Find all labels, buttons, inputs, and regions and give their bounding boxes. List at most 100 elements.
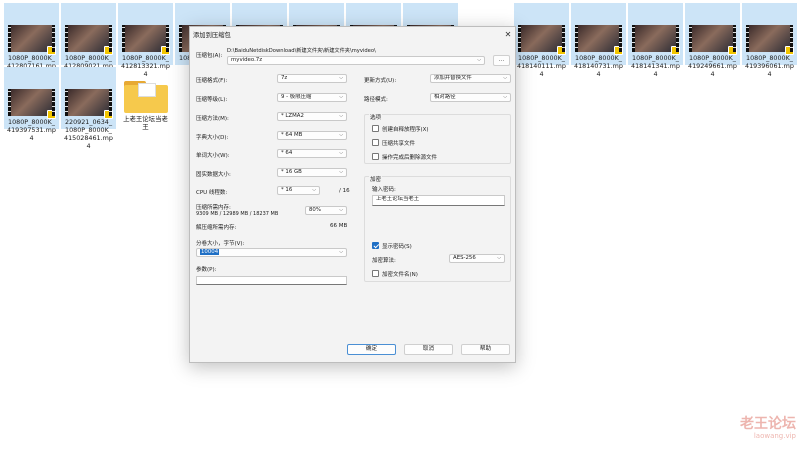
chevron-down-icon: ⌵: [339, 75, 343, 81]
file-item[interactable]: 1080P_8000K_419249661.mp4: [685, 3, 740, 78]
level-label: 压缩等级(L):: [196, 97, 228, 103]
split-size-label: 分卷大小，字节(V):: [196, 241, 245, 247]
archive-label: 压缩包(A):: [196, 53, 223, 59]
file-name: 1080P_8000K_419397531.mp4: [7, 118, 56, 142]
lock-badge-icon: [47, 110, 56, 119]
shared-files-label: 压缩共享文件: [382, 141, 416, 147]
file-item[interactable]: 1080P_8000K_412813321.mp4: [118, 3, 173, 78]
lock-badge-icon: [671, 46, 680, 55]
video-thumbnail-icon: [632, 25, 680, 55]
encrypt-filenames-checkbox[interactable]: [372, 270, 379, 277]
watermark-title: 老王论坛: [740, 416, 796, 432]
file-item[interactable]: 1080P_8000K_412809021.mp4: [61, 3, 116, 78]
word-size-label: 单词大小(W):: [196, 153, 230, 159]
video-thumbnail-icon: [689, 25, 737, 55]
show-password-checkbox[interactable]: [372, 242, 379, 249]
params-input[interactable]: [196, 276, 347, 285]
encryption-method-select[interactable]: AES-256 ⌵: [449, 254, 505, 263]
lock-badge-icon: [104, 46, 113, 55]
file-item[interactable]: 1080P_8000K_418140111.mp4: [514, 3, 569, 78]
video-thumbnail-icon: [122, 25, 170, 55]
folder-item[interactable]: 上老王论坛当老王: [118, 67, 173, 131]
solid-block-select[interactable]: * 16 GB ⌵: [277, 168, 347, 177]
lock-badge-icon: [614, 46, 623, 55]
help-button[interactable]: 帮助: [461, 344, 510, 355]
file-item[interactable]: 220921_0634_1080P_8000K_415028461.mp4: [61, 67, 116, 150]
folder-icon: [123, 79, 168, 113]
format-select[interactable]: 7z ⌵: [277, 74, 347, 83]
file-name: 1080P_8000K_419249661.mp4: [688, 54, 737, 78]
threads-total: / 16: [339, 188, 350, 194]
video-thumbnail-icon: [575, 25, 623, 55]
sfx-label: 创建自释放程序(X): [382, 127, 429, 133]
chevron-down-icon: ⌵: [339, 249, 343, 255]
lock-badge-icon: [161, 46, 170, 55]
lock-badge-icon: [728, 46, 737, 55]
show-password-label: 显示密码(S): [382, 244, 412, 250]
solid-block-label: 固实数据大小:: [196, 172, 231, 178]
chevron-down-icon: ⌵: [497, 255, 501, 261]
file-name: 1080P_8000K_418141341.mp4: [631, 54, 680, 78]
path-mode-select[interactable]: 相对路径 ⌵: [430, 93, 511, 102]
shared-files-checkbox[interactable]: [372, 139, 379, 146]
split-size-combo[interactable]: 10004 ⌵: [196, 248, 347, 257]
cancel-button[interactable]: 取消: [404, 344, 453, 355]
password-label: 输入密码:: [372, 187, 396, 193]
file-item[interactable]: 1080P_8000K_412807161.mp4: [4, 3, 59, 78]
lock-badge-icon: [557, 46, 566, 55]
encryption-group: 加密 输入密码: 上老王论坛当老王 显示密码(S) 加密算法: AES-256 ⌵…: [364, 175, 511, 282]
lock-badge-icon: [104, 110, 113, 119]
chevron-down-icon: ⌵: [339, 169, 343, 175]
file-item[interactable]: 1080P_8000K_419397531.mp4: [4, 67, 59, 142]
browse-button[interactable]: ...: [493, 55, 510, 66]
options-title: 选项: [369, 113, 383, 121]
chevron-down-icon: ⌵: [339, 207, 343, 213]
word-size-select[interactable]: * 64 ⌵: [277, 149, 347, 158]
password-input[interactable]: 上老王论坛当老王: [372, 195, 505, 206]
threads-label: CPU 线程数:: [196, 190, 228, 196]
file-name: 1080P_8000K_419396061.mp4: [745, 54, 794, 78]
ok-button[interactable]: 确定: [347, 344, 396, 355]
options-group: 选项 创建自释放程序(X) 压缩共享文件 操作完成后删除源文件: [364, 113, 511, 164]
video-thumbnail-icon: [65, 89, 113, 119]
threads-select[interactable]: * 16 ⌵: [277, 186, 320, 195]
chevron-down-icon: ⌵: [477, 57, 481, 63]
path-mode-label: 路径模式:: [364, 97, 388, 103]
chevron-down-icon: ⌵: [312, 187, 316, 193]
method-label: 压缩方法(M):: [196, 116, 229, 122]
sfx-checkbox[interactable]: [372, 125, 379, 132]
lock-badge-icon: [47, 46, 56, 55]
delete-after-checkbox[interactable]: [372, 153, 379, 160]
archive-name-combo[interactable]: myvideo.7z ⌵: [227, 56, 485, 65]
method-select[interactable]: * LZMA2 ⌵: [277, 112, 347, 121]
level-select[interactable]: 9 - 极限压缩 ⌵: [277, 93, 347, 102]
dictionary-select[interactable]: * 64 MB ⌵: [277, 131, 347, 140]
format-label: 压缩格式(F):: [196, 78, 228, 84]
chevron-down-icon: ⌵: [339, 94, 343, 100]
memory-decompress-label: 解压缩所需内存:: [196, 225, 237, 231]
params-label: 参数(P):: [196, 267, 217, 273]
encryption-title: 加密: [369, 175, 383, 183]
delete-after-label: 操作完成后删除源文件: [382, 155, 438, 161]
video-thumbnail-icon: [746, 25, 794, 55]
video-thumbnail-icon: [65, 25, 113, 55]
encrypt-filenames-label: 加密文件名(N): [382, 272, 418, 278]
file-name: 上老王论坛当老王: [123, 115, 168, 131]
add-to-archive-dialog: 添加到压缩包 ✕ 压缩包(A): D:\BaiduNetdiskDownload…: [189, 26, 516, 363]
dialog-titlebar: 添加到压缩包 ✕: [190, 27, 515, 41]
close-icon[interactable]: ✕: [501, 27, 515, 41]
watermark-domain: laowang.vip: [753, 432, 796, 440]
file-item[interactable]: 1080P_8000K_418141341.mp4: [628, 3, 683, 78]
file-item[interactable]: 1080P_8000K_418140731.mp4: [571, 3, 626, 78]
video-thumbnail-icon: [8, 89, 56, 119]
memory-compress-label: 压缩所需内存:: [196, 205, 231, 211]
update-mode-select[interactable]: 添加并替换文件 ⌵: [430, 74, 511, 83]
archive-path: D:\BaiduNetdiskDownload\新建文件夹\新建文件夹\myvi…: [227, 48, 376, 54]
file-name: 1080P_8000K_418140731.mp4: [574, 54, 623, 78]
file-item[interactable]: 1080P_8000K_419396061.mp4: [742, 3, 797, 78]
video-thumbnail-icon: [518, 25, 566, 55]
lock-badge-icon: [785, 46, 794, 55]
chevron-down-icon: ⌵: [339, 113, 343, 119]
update-mode-label: 更新方式(U):: [364, 78, 397, 84]
memory-percent-select[interactable]: 80% ⌵: [305, 206, 347, 215]
